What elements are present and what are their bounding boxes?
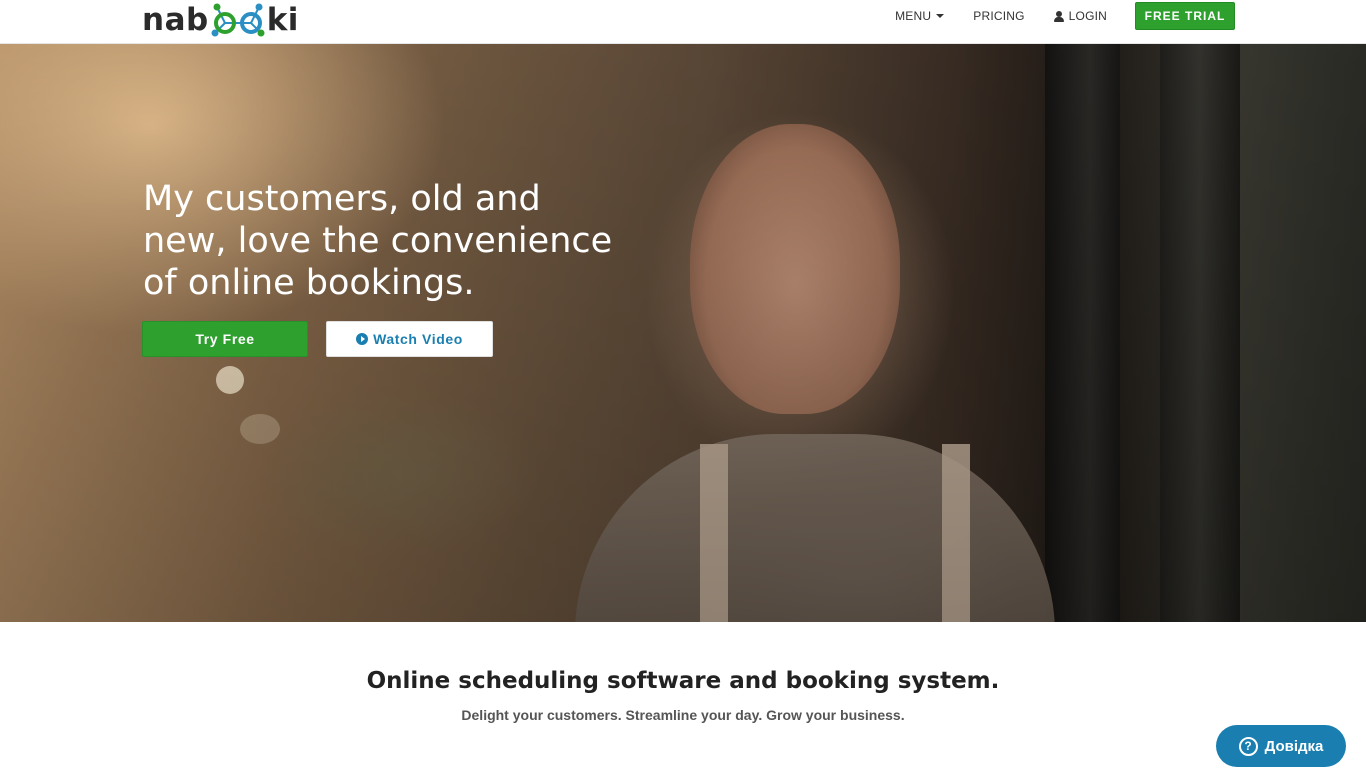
logo-wordmark: nab ki	[142, 1, 299, 39]
nav-login-label: LOGIN	[1068, 9, 1107, 23]
nav-pricing-label: PRICING	[973, 9, 1025, 23]
nav-menu-label: MENU	[895, 9, 932, 23]
watch-video-label: Watch Video	[373, 331, 463, 347]
intro-subline: Delight your customers. Streamline your …	[461, 707, 905, 723]
hero-title: My customers, old and new, love the conv…	[143, 179, 613, 303]
nav-login-link[interactable]: LOGIN	[1053, 9, 1107, 23]
try-free-button[interactable]: Try Free	[142, 321, 308, 357]
nav-pricing-link[interactable]: PRICING	[973, 9, 1024, 23]
free-trial-button[interactable]: FREE TRIAL	[1135, 2, 1235, 30]
question-icon: ?	[1238, 736, 1258, 756]
hero-section: My customers, old and new, love the conv…	[0, 44, 1366, 622]
logo-molecule-icon	[211, 3, 265, 37]
main-nav: MENU PRICING LOGIN FREE TRIAL	[895, 2, 1235, 30]
chevron-down-icon	[936, 14, 945, 18]
user-icon	[1053, 10, 1064, 22]
help-widget-button[interactable]: ? Довідка	[1216, 725, 1346, 767]
naboki-logo[interactable]: nab ki	[142, 0, 299, 40]
intro-tagline: Online scheduling software and booking s…	[366, 668, 1000, 694]
logo-text-start: nab	[142, 1, 209, 38]
site-header: nab ki MENU PRICING LOGIN FREE TRIAL	[0, 0, 1366, 44]
play-icon	[356, 333, 369, 345]
watch-video-button[interactable]: Watch Video	[326, 321, 493, 357]
nav-menu-dropdown[interactable]: MENU	[895, 9, 945, 23]
help-widget-label: Довідка	[1264, 737, 1324, 755]
logo-text-end: ki	[266, 1, 299, 38]
